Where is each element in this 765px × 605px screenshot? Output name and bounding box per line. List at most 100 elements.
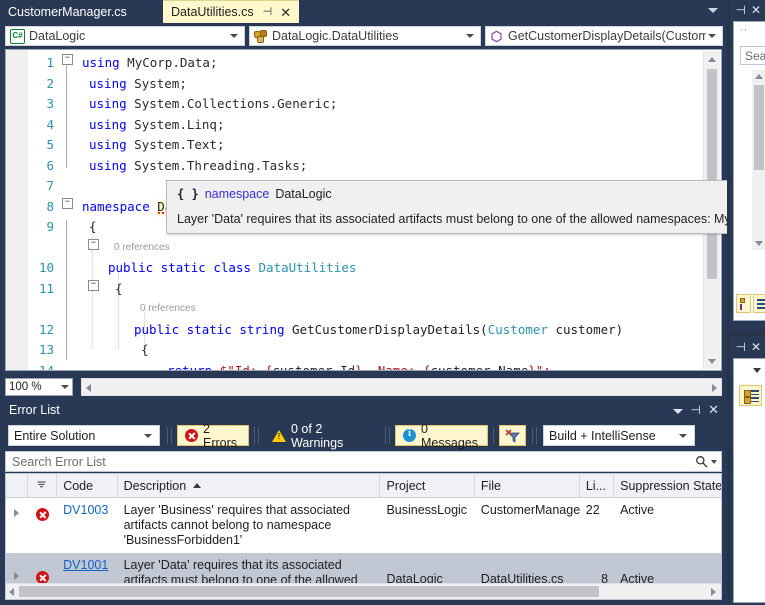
code-line: 10 public static class DataUtilities [6,258,721,279]
braces-icon: { } [177,187,199,201]
solution-explorer-preview-button[interactable] [736,294,751,313]
navbar-member-dropdown[interactable]: GetCustomerDisplayDetails(Customer [485,26,723,46]
pin-icon[interactable]: ⊣ [735,340,745,354]
right-dock: ⊣ ✕ ·· Sear [727,0,765,605]
code-lens-references[interactable]: 0 references [114,238,170,259]
solution-explorer-properties-button[interactable] [753,294,765,313]
scroll-left-button[interactable] [86,384,91,392]
scroll-up-button[interactable] [755,74,763,79]
error-icon [35,508,49,521]
error-scope-label: Entire Solution [14,428,96,443]
close-icon[interactable]: ✕ [708,402,719,418]
close-icon[interactable]: ✕ [751,3,761,17]
error-file: CustomerManager.cs [480,503,580,517]
editor-tab-datautilities[interactable]: DataUtilities.cs ⊣ ✕ [163,0,300,23]
scrollbar-thumb[interactable] [754,85,764,170]
column-header-file[interactable]: File [475,474,580,497]
error-description: Layer 'Business' requires that associate… [123,503,350,547]
chevron-down-icon[interactable] [711,459,717,464]
toolbar-separator [254,427,255,444]
line-text: using System.Text; [89,137,225,152]
build-filter-label: Build + IntelliSense [549,428,656,443]
code-line: 13 { [6,340,721,361]
editor-tab-customermanager[interactable]: CustomerManager.cs [0,0,135,23]
chevron-down-icon [679,433,687,438]
error-list-toolbar: Entire Solution 2 Errors 0 of 2 Warnings… [0,422,727,450]
column-header-suppression-state[interactable]: Suppression State [614,474,721,497]
line-number: 4 [46,116,54,132]
search-icon[interactable] [695,455,717,468]
sort-ascending-icon [193,483,202,488]
messages-filter-button[interactable]: 0 Messages [395,422,488,450]
pin-icon[interactable]: ⊣ [735,3,745,17]
build-filter-dropdown[interactable]: Build + IntelliSense [543,425,695,446]
line-number: 8 [46,198,54,214]
chevron-down-icon [708,34,716,38]
chevron-down-icon[interactable] [673,409,683,414]
editor-tab-label: CustomerManager.cs [8,4,127,19]
chevron-down-icon[interactable] [753,368,761,373]
navbar-type-dropdown[interactable]: DataLogic.DataUtilities [249,26,481,46]
solution-explorer-toolbar-ellipsis[interactable]: ·· [740,24,747,36]
table-row[interactable]: DV1003 Layer 'Business' requires that as… [6,498,721,553]
chevron-down-icon[interactable] [708,8,718,13]
pin-icon[interactable]: ⊣ [263,6,273,18]
column-header-description[interactable]: Description [118,474,381,497]
toolbar-separator [532,427,533,444]
line-text: public static class DataUtilities [108,260,357,275]
errors-filter-button[interactable]: 2 Errors [177,422,249,450]
properties-caption: ⊣ ✕ [735,340,761,354]
column-header-expander[interactable] [6,474,28,497]
error-icon [185,429,198,442]
solution-explorer-scrollbar[interactable] [752,70,765,250]
navbar-type-label: DataLogic.DataUtilities [272,29,399,43]
column-header-code[interactable]: Code [57,474,118,497]
scroll-down-button[interactable] [755,241,763,246]
error-list-panel: Error List ⊣ ✕ Entire Solution 2 Errors … [0,400,727,605]
severity-sort-icon [37,481,46,488]
toolbar-separator [258,427,259,444]
scroll-right-button[interactable] [711,588,716,596]
error-code-link[interactable]: DV1001 [63,558,108,572]
error-code-link[interactable]: DV1003 [63,503,108,517]
scrollbar-thumb[interactable] [19,586,599,597]
code-line: 6 using System.Threading.Tasks; [6,156,721,177]
warnings-filter-button[interactable]: 0 of 2 Warnings [264,422,380,450]
row-expander-icon[interactable] [14,572,20,580]
info-icon [403,428,416,442]
error-grid-horizontal-scrollbar[interactable] [6,583,721,599]
clear-filter-button[interactable] [499,425,526,446]
scroll-down-button[interactable] [704,353,720,369]
scrollbar-thumb[interactable] [707,69,717,279]
line-text: { [141,342,149,357]
properties-grid-button[interactable] [739,385,762,406]
column-header-description-label: Description [123,478,187,493]
column-header-project[interactable]: Project [380,474,475,497]
scroll-up-button[interactable] [704,51,720,67]
row-expander-icon[interactable] [14,509,20,517]
tooltip-signature: { } namespace DataLogic [177,187,740,201]
zoom-level-dropdown[interactable]: 100 % [5,378,73,396]
column-header-line[interactable]: Li... [580,474,615,497]
close-icon[interactable]: ✕ [751,340,761,354]
scroll-right-button[interactable] [712,384,717,392]
chevron-down-icon [144,433,152,438]
zoom-level-label: 100 % [9,381,42,393]
code-lens-references[interactable]: 0 references [140,299,196,320]
properties-body [733,358,765,603]
error-search-placeholder: Search Error List [12,454,106,469]
navbar-project-dropdown[interactable]: C# DataLogic [5,26,245,46]
error-scope-dropdown[interactable]: Entire Solution [8,425,160,446]
close-icon[interactable]: ✕ [280,6,291,19]
error-search-box[interactable]: Search Error List [5,451,722,472]
line-text: using System.Collections.Generic; [89,96,338,111]
editor-horizontal-scrollbar[interactable] [81,378,722,396]
scroll-left-button[interactable] [9,588,14,596]
solution-explorer-search-input[interactable]: Sear [740,46,765,65]
line-text: using MyCorp.Data; [82,55,218,70]
clear-filter-icon [505,429,520,443]
column-header-severity[interactable] [28,474,58,497]
error-suppression-state: Active [620,503,655,517]
pin-icon[interactable]: ⊣ [691,403,701,417]
line-text: using System.Linq; [89,116,225,132]
